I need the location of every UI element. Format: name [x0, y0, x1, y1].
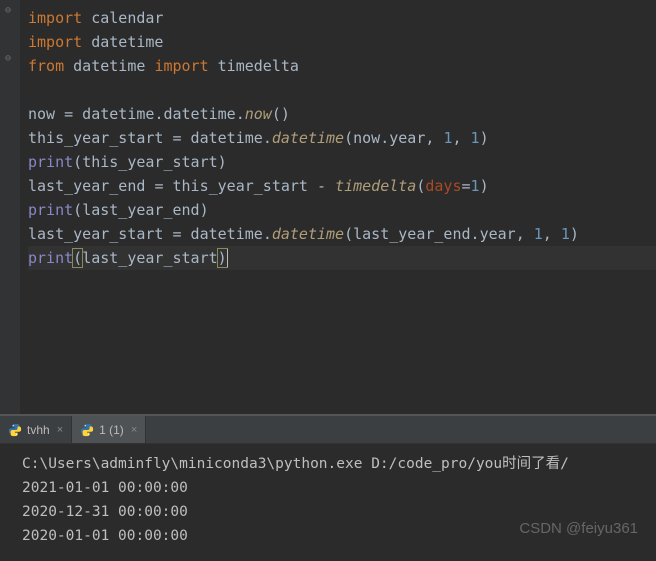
console-tab-bar: tvhh × 1 (1) ×	[0, 416, 656, 444]
code-line[interactable]: import calendar	[28, 6, 656, 30]
python-file-icon	[80, 423, 94, 437]
code-line[interactable]: last_year_end = this_year_start - timede…	[28, 174, 656, 198]
code-line[interactable]	[28, 78, 656, 102]
close-icon[interactable]: ×	[57, 424, 63, 436]
code-line[interactable]: from datetime import timedelta	[28, 54, 656, 78]
console-tab[interactable]: tvhh ×	[0, 416, 72, 443]
fold-icon[interactable]: ⊖	[5, 5, 15, 15]
code-line[interactable]: now = datetime.datetime.now()	[28, 102, 656, 126]
console-line: 2021-01-01 00:00:00	[22, 476, 656, 500]
editor-gutter: ⊖ ⊖	[0, 0, 20, 414]
console-line: C:\Users\adminfly\miniconda3\python.exe …	[22, 452, 656, 476]
console-output[interactable]: C:\Users\adminfly\miniconda3\python.exe …	[0, 444, 656, 561]
code-area[interactable]: import calendarimport datetimefrom datet…	[0, 6, 656, 270]
code-editor[interactable]: ⊖ ⊖ import calendarimport datetimefrom d…	[0, 0, 656, 414]
python-file-icon	[8, 423, 22, 437]
code-line[interactable]: this_year_start = datetime.datetime(now.…	[28, 126, 656, 150]
code-line[interactable]: print(last_year_start)	[28, 246, 656, 270]
code-line[interactable]: print(this_year_start)	[28, 150, 656, 174]
code-line[interactable]: last_year_start = datetime.datetime(last…	[28, 222, 656, 246]
tab-label: 1 (1)	[99, 423, 124, 437]
fold-icon[interactable]: ⊖	[5, 53, 15, 63]
watermark: CSDN @feiyu361	[519, 517, 638, 541]
tab-label: tvhh	[27, 423, 50, 437]
code-line[interactable]: print(last_year_end)	[28, 198, 656, 222]
code-line[interactable]: import datetime	[28, 30, 656, 54]
console-tab[interactable]: 1 (1) ×	[72, 416, 146, 443]
close-icon[interactable]: ×	[131, 424, 137, 436]
text-cursor	[227, 249, 228, 267]
